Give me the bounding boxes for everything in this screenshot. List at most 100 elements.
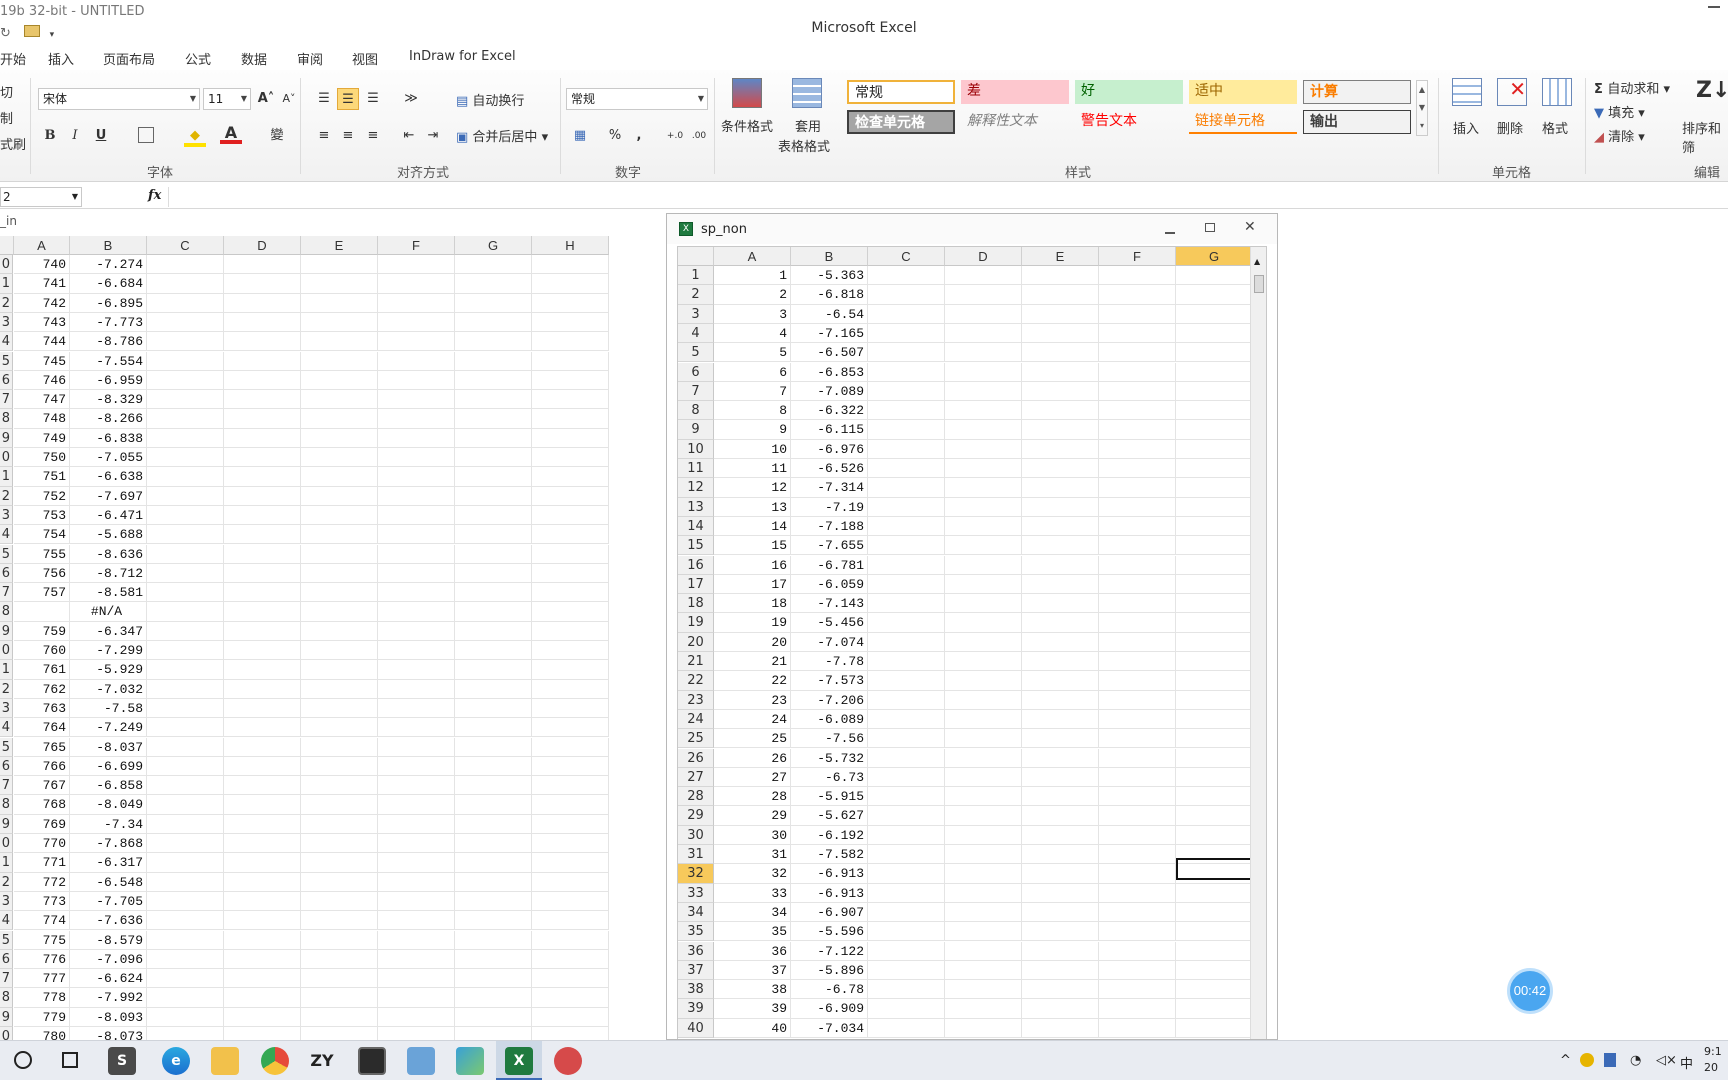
cell[interactable]: 14 [714,516,791,537]
row-header[interactable]: 2 [0,293,13,313]
cell[interactable] [1176,652,1253,672]
cell[interactable] [868,266,945,286]
row-header[interactable]: 9 [0,1007,13,1027]
cell[interactable] [532,583,609,603]
cell[interactable] [1022,362,1099,382]
cell[interactable] [1099,478,1176,498]
cell[interactable] [945,806,1022,826]
cell[interactable]: -7.143 [791,594,868,614]
tab-home[interactable]: 开始 [0,49,26,68]
cell[interactable] [1176,516,1253,537]
cell[interactable] [147,834,224,854]
cell[interactable]: -7.58 [70,698,147,719]
row-header[interactable]: 8 [678,401,714,421]
cell[interactable]: -7.19 [791,497,868,517]
row-header[interactable]: 2 [0,872,13,892]
cell[interactable] [868,883,945,903]
row-header[interactable]: 8 [0,602,13,622]
cell[interactable] [147,563,224,584]
cell[interactable] [224,969,301,989]
cell[interactable] [378,872,455,892]
cell[interactable] [868,806,945,826]
scrollbar-thumb[interactable] [1254,275,1264,293]
row-header[interactable]: 6 [0,756,13,777]
prism-icon[interactable] [456,1047,484,1075]
cell[interactable]: 39 [714,999,791,1019]
row-header[interactable]: 40 [678,1018,714,1038]
row-header[interactable]: 29 [678,806,714,826]
cell[interactable] [224,486,301,506]
cell[interactable]: 19 [714,613,791,633]
column-header[interactable]: D [945,247,1022,266]
cell[interactable]: 759 [14,621,70,641]
cell[interactable]: 773 [14,891,70,912]
cell[interactable] [301,505,378,526]
cell[interactable] [945,323,1022,344]
column-header[interactable]: A [14,236,70,255]
cell[interactable] [1099,266,1176,286]
style-normal[interactable]: 常规 [847,80,955,104]
cell[interactable]: -6.959 [70,370,147,391]
row-header[interactable]: 4 [0,525,13,545]
cell[interactable] [532,332,609,352]
cell[interactable] [532,1007,609,1027]
cell[interactable] [1022,806,1099,826]
cell[interactable] [868,497,945,517]
row-header[interactable]: 1 [0,467,13,487]
row-header[interactable]: 1 [0,274,13,294]
cell[interactable]: -6.913 [791,864,868,884]
row-header[interactable]: 6 [0,949,13,970]
cell[interactable] [868,709,945,730]
row-header[interactable]: 0 [0,1027,13,1040]
cell[interactable]: 744 [14,332,70,352]
cell[interactable] [224,390,301,410]
cell[interactable] [1176,690,1253,710]
cell[interactable] [532,969,609,989]
cell[interactable] [455,505,532,526]
cell[interactable] [455,428,532,448]
cell[interactable] [1022,420,1099,440]
style-linked-cell[interactable]: 链接单元格 [1189,110,1297,134]
column-header[interactable]: D [224,236,301,255]
row-header[interactable]: 16 [678,555,714,575]
cell[interactable]: -6.838 [70,428,147,448]
cell[interactable]: 746 [14,370,70,391]
cell[interactable]: 31 [714,845,791,865]
cell[interactable]: 6 [714,362,791,382]
row-header[interactable]: 18 [678,594,714,614]
cell[interactable] [1099,381,1176,402]
cell[interactable]: -7.868 [70,834,147,854]
row-header[interactable]: 11 [678,459,714,479]
cell[interactable] [1022,690,1099,710]
cell[interactable] [1099,960,1176,981]
cell[interactable] [1022,594,1099,614]
cell[interactable] [1099,767,1176,788]
cell[interactable] [1022,323,1099,344]
cell[interactable]: -8.073 [70,1027,147,1040]
cell[interactable]: -5.732 [791,748,868,768]
cell[interactable] [945,729,1022,749]
cell[interactable] [455,1007,532,1027]
excel-taskbar-item[interactable]: X [496,1041,542,1080]
cell[interactable] [868,729,945,749]
cell[interactable] [945,574,1022,595]
cell[interactable]: 27 [714,767,791,788]
delete-cells-button[interactable]: 删除 [1497,118,1523,137]
cell[interactable]: -6.322 [791,401,868,421]
cell[interactable] [532,660,609,680]
cell[interactable] [532,891,609,912]
row-header[interactable]: 10 [678,439,714,459]
cell[interactable] [1099,709,1176,730]
cell[interactable] [455,853,532,873]
cell[interactable] [1022,266,1099,286]
column-header[interactable]: B [70,236,147,255]
cell[interactable] [1022,381,1099,402]
cell[interactable]: 743 [14,312,70,333]
cell[interactable]: -7.582 [791,845,868,865]
column-header[interactable]: F [378,236,455,255]
cell[interactable] [147,409,224,429]
cell[interactable] [224,293,301,313]
cell[interactable] [224,602,301,622]
cell[interactable]: -7.206 [791,690,868,710]
cell[interactable]: 770 [14,834,70,854]
